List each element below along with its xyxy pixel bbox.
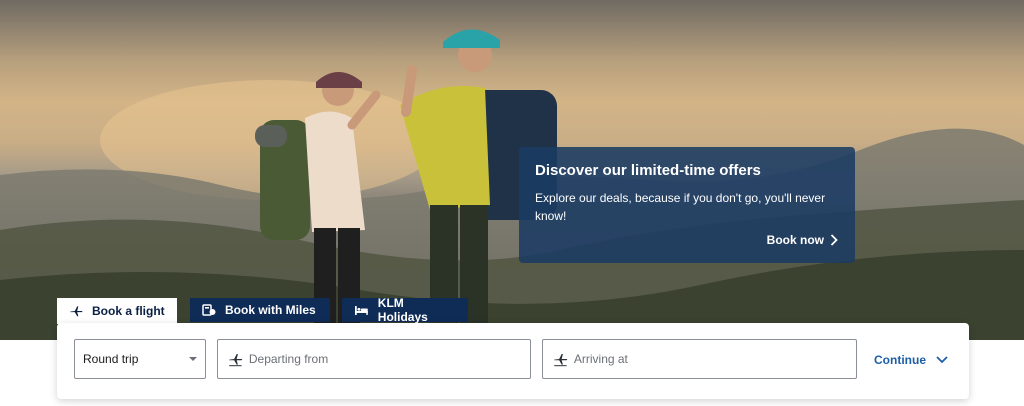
plane-icon	[70, 306, 83, 317]
continue-button[interactable]: Continue	[874, 349, 948, 371]
arrival-field[interactable]	[542, 339, 857, 379]
plane-arrival-icon	[554, 354, 568, 367]
chevron-down-icon	[936, 356, 948, 364]
trip-type-value: Round trip	[83, 352, 139, 366]
promo-title: Discover our limited-time offers	[535, 162, 761, 179]
promo-card: Discover our limited-time offers Explore…	[519, 147, 855, 263]
tab-label: Book with Miles	[225, 303, 316, 317]
promo-text: Explore our deals, because if you don't …	[535, 191, 826, 223]
book-now-link[interactable]: Book now	[767, 233, 838, 247]
chevron-right-icon	[830, 234, 838, 246]
hero-image	[0, 0, 1024, 340]
tab-label: Book a flight	[92, 304, 165, 318]
tab-book-with-miles[interactable]: Book with Miles	[190, 298, 330, 322]
tab-book-a-flight[interactable]: Book a flight	[57, 298, 177, 324]
continue-label: Continue	[874, 353, 926, 367]
tab-klm-holidays[interactable]: KLM Holidays	[342, 296, 468, 324]
tab-label: KLM Holidays	[377, 296, 428, 324]
book-now-label: Book now	[766, 233, 824, 247]
bed-icon	[354, 305, 368, 315]
flight-search-panel: Round trip Continue	[57, 323, 969, 399]
caret-down-icon	[189, 357, 197, 361]
hero-scene-illustration	[0, 29, 1024, 340]
arrival-input[interactable]	[573, 352, 846, 366]
trip-type-select[interactable]: Round trip	[74, 339, 206, 379]
departure-input[interactable]	[248, 352, 520, 366]
plane-departure-icon	[229, 354, 243, 367]
departure-field[interactable]	[217, 339, 531, 379]
miles-card-icon	[202, 304, 216, 316]
